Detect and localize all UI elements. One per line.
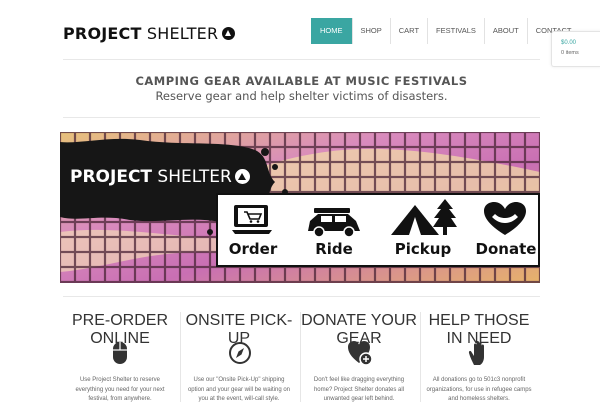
car-gear-icon <box>308 208 360 237</box>
mouse-icon <box>113 342 127 364</box>
nav-festivals[interactable]: FESTIVALS <box>427 18 484 44</box>
cart-widget[interactable]: $0.00 0 items <box>551 31 600 67</box>
intro-divider <box>63 117 540 118</box>
nav-shop[interactable]: SHOP <box>351 18 390 44</box>
compass-icon <box>229 342 251 364</box>
tent-tree-icon <box>391 199 457 235</box>
page-headline: CAMPING GEAR AVAILABLE AT MUSIC FESTIVAL… <box>135 74 468 88</box>
nav-cart[interactable]: CART <box>389 18 427 44</box>
logo-text: PROJECT SHELTER <box>63 23 219 43</box>
page-subheadline: Reserve gear and help shelter victims of… <box>155 89 448 103</box>
feature-text-pickup: Use our "Onsite Pick-Up" shipping option… <box>187 377 291 402</box>
heart-hands-icon <box>484 202 526 235</box>
feature-text-help: All donations go to 501c3 nonprofit orga… <box>426 377 532 402</box>
cart-total: $0.00 <box>561 40 577 46</box>
hand-icon <box>468 341 484 365</box>
tent-circle-icon <box>222 26 236 40</box>
cart-item-count: 0 items <box>561 50 579 56</box>
banner-tent-circle-icon <box>234 169 250 184</box>
header-divider <box>63 59 540 60</box>
site-logo[interactable]: PROJECT SHELTER <box>63 22 236 44</box>
feature-text-preorder: Use Project Shelter to reserve everythin… <box>75 377 165 402</box>
banner-logo: PROJECT SHELTER <box>70 167 250 187</box>
nav-home[interactable]: HOME <box>311 18 352 44</box>
heart-plus-icon <box>348 341 373 366</box>
banner-divider <box>63 296 540 297</box>
feature-separator <box>420 312 421 402</box>
step-ride-label: Ride <box>315 240 353 258</box>
step-order-label: Order <box>228 240 278 258</box>
step-pickup-label: Pickup <box>394 240 452 258</box>
step-donate-label: Donate <box>475 240 537 258</box>
feature-separator <box>300 312 301 402</box>
feature-separator <box>180 312 181 402</box>
laptop-cart-icon <box>232 205 272 234</box>
feature-text-donate: Don't feel like dragging everything home… <box>313 377 405 402</box>
nav-about[interactable]: ABOUT <box>483 18 527 44</box>
main-nav: HOME SHOP CART FESTIVALS ABOUT CONTACT <box>311 18 579 44</box>
